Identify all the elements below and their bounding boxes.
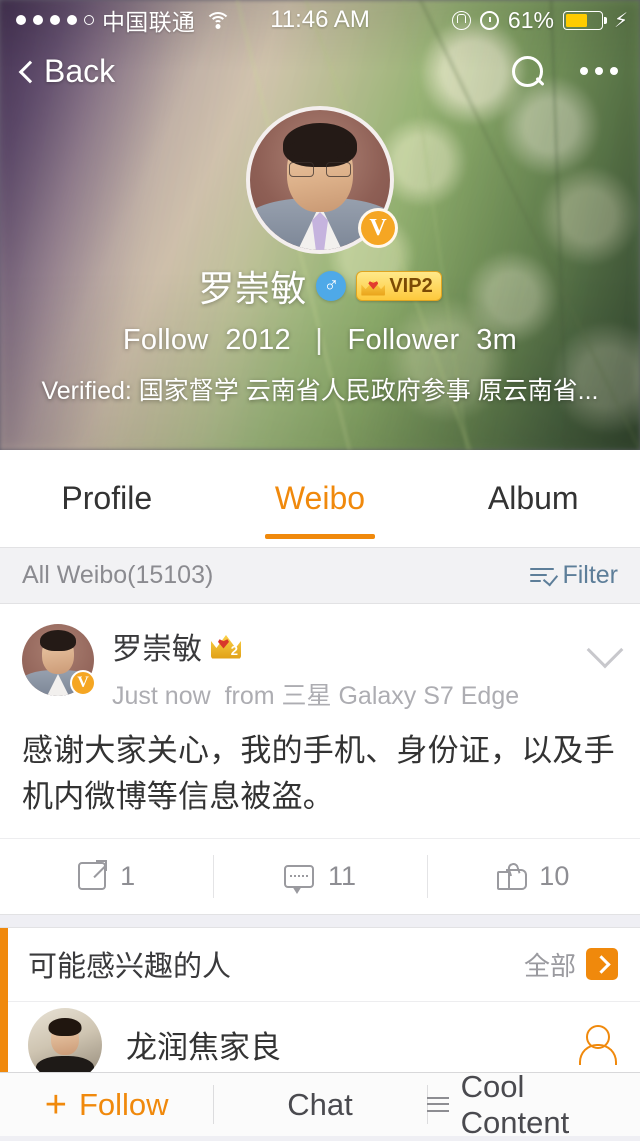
crown-icon: 2 xyxy=(211,634,241,659)
recommended-title: 可能感兴趣的人 xyxy=(28,951,232,984)
avatar[interactable]: V xyxy=(246,106,398,254)
recommended-header: 可能感兴趣的人 全部 xyxy=(0,928,640,1002)
chevron-right-icon xyxy=(586,948,618,981)
all-weibo-label[interactable]: All Weibo(15103) xyxy=(22,561,213,590)
post-body-text: 感谢大家关心，我的手机、身份证，以及手机内微博等信息被盗。 xyxy=(22,733,615,814)
nav-actions xyxy=(512,56,618,87)
post-source: from 三星 Galaxy S7 Edge xyxy=(224,682,520,710)
weibo-filter-bar: All Weibo(15103) Filter xyxy=(0,548,640,604)
chevron-left-icon xyxy=(18,60,42,83)
follow-button[interactable]: + Follow xyxy=(0,1073,213,1136)
profile-stats: Follow 2012 | Follower 3m xyxy=(0,324,640,357)
like-count: 10 xyxy=(539,860,570,891)
plus-icon: + xyxy=(44,1083,67,1126)
status-bar: 中国联通 11:46 AM 61% ⚡ xyxy=(0,0,640,40)
vip-label: VIP2 xyxy=(389,274,433,297)
share-icon xyxy=(78,860,108,891)
more-horizontal-icon[interactable] xyxy=(580,67,618,75)
post-author-row: 罗崇敏 2 xyxy=(112,624,624,669)
battery-icon xyxy=(562,10,607,30)
profile-name: 罗崇敏 xyxy=(198,268,307,309)
cover-photo-header: 中国联通 11:46 AM 61% ⚡ Back V 罗崇敏 ♂ VIP2 Fo… xyxy=(0,0,640,450)
post-time: Just now xyxy=(112,682,211,710)
status-bar-clock: 11:46 AM xyxy=(270,6,370,33)
share-button[interactable]: 1 xyxy=(0,839,213,914)
post-meta: 罗崇敏 2 Just now from 三星 Galaxy S7 Edge xyxy=(112,624,624,712)
filter-label: Filter xyxy=(562,561,618,589)
stats-separator: | xyxy=(315,324,324,356)
navigation-bar: Back xyxy=(0,40,640,102)
comment-count: 11 xyxy=(327,860,356,891)
hamburger-icon xyxy=(426,1096,449,1113)
see-all-label: 全部 xyxy=(523,950,576,981)
recommended-name[interactable]: 龙润焦家良 xyxy=(126,1022,281,1067)
chevron-down-icon[interactable] xyxy=(586,631,624,669)
recommended-avatar[interactable] xyxy=(28,1007,102,1082)
tab-profile[interactable]: Profile xyxy=(51,450,162,548)
chat-button-label: Chat xyxy=(287,1086,353,1122)
comment-icon xyxy=(283,864,314,894)
follower-count[interactable]: 3m xyxy=(476,324,517,356)
profile-summary: V 罗崇敏 ♂ VIP2 Follow 2012 | Follower 3m V… xyxy=(0,106,640,407)
verified-badge-icon: V xyxy=(358,208,398,248)
bottom-action-bar: + Follow Chat Cool Content xyxy=(0,1069,640,1140)
verified-description: Verified: 国家督学 云南省人民政府参事 原云南省... xyxy=(41,377,599,405)
tab-weibo[interactable]: Weibo xyxy=(264,450,376,548)
alarm-clock-icon xyxy=(479,10,499,30)
comment-button[interactable]: 11 xyxy=(213,839,426,914)
thumbs-up-icon xyxy=(497,861,528,891)
post-author-name[interactable]: 罗崇敏 xyxy=(112,624,202,668)
male-gender-icon: ♂ xyxy=(316,271,347,301)
share-count: 1 xyxy=(120,860,136,891)
vip-badge[interactable]: VIP2 xyxy=(356,271,442,301)
chat-button[interactable]: Chat xyxy=(213,1073,426,1136)
cool-content-button[interactable]: Cool Content xyxy=(426,1069,640,1140)
back-label: Back xyxy=(44,52,116,89)
filter-button[interactable]: Filter xyxy=(530,561,618,590)
weibo-post-card: V 罗崇敏 2 Just now from 三星 Galaxy S7 Edge … xyxy=(0,604,640,915)
filter-icon xyxy=(530,567,555,585)
back-button[interactable]: Back xyxy=(18,52,116,90)
rotation-lock-icon xyxy=(451,10,471,30)
follow-label[interactable]: Follow xyxy=(123,324,209,356)
post-time-source: Just now from 三星 Galaxy S7 Edge xyxy=(112,676,618,712)
profile-name-row: 罗崇敏 ♂ VIP2 xyxy=(0,260,640,312)
crown-icon xyxy=(361,277,386,296)
follower-label[interactable]: Follower xyxy=(348,324,460,356)
add-person-icon[interactable] xyxy=(574,1023,618,1067)
like-button[interactable]: 10 xyxy=(426,839,640,914)
post-author-avatar[interactable]: V xyxy=(22,624,96,696)
profile-tabs: Profile Weibo Album xyxy=(0,450,640,548)
crown-level: 2 xyxy=(230,642,238,658)
recommended-people-section: 可能感兴趣的人 全部 龙润焦家良 xyxy=(0,926,640,1088)
follow-count[interactable]: 2012 xyxy=(225,324,291,356)
search-icon[interactable] xyxy=(512,56,543,87)
tab-album[interactable]: Album xyxy=(478,450,589,548)
post-action-bar: 1 11 10 xyxy=(0,837,640,914)
see-all-button[interactable]: 全部 xyxy=(524,946,618,983)
verified-badge-icon: V xyxy=(70,670,96,696)
cool-content-label: Cool Content xyxy=(460,1068,570,1140)
post-header: V 罗崇敏 2 Just now from 三星 Galaxy S7 Edge xyxy=(0,604,640,712)
follow-button-label: Follow xyxy=(78,1086,169,1122)
